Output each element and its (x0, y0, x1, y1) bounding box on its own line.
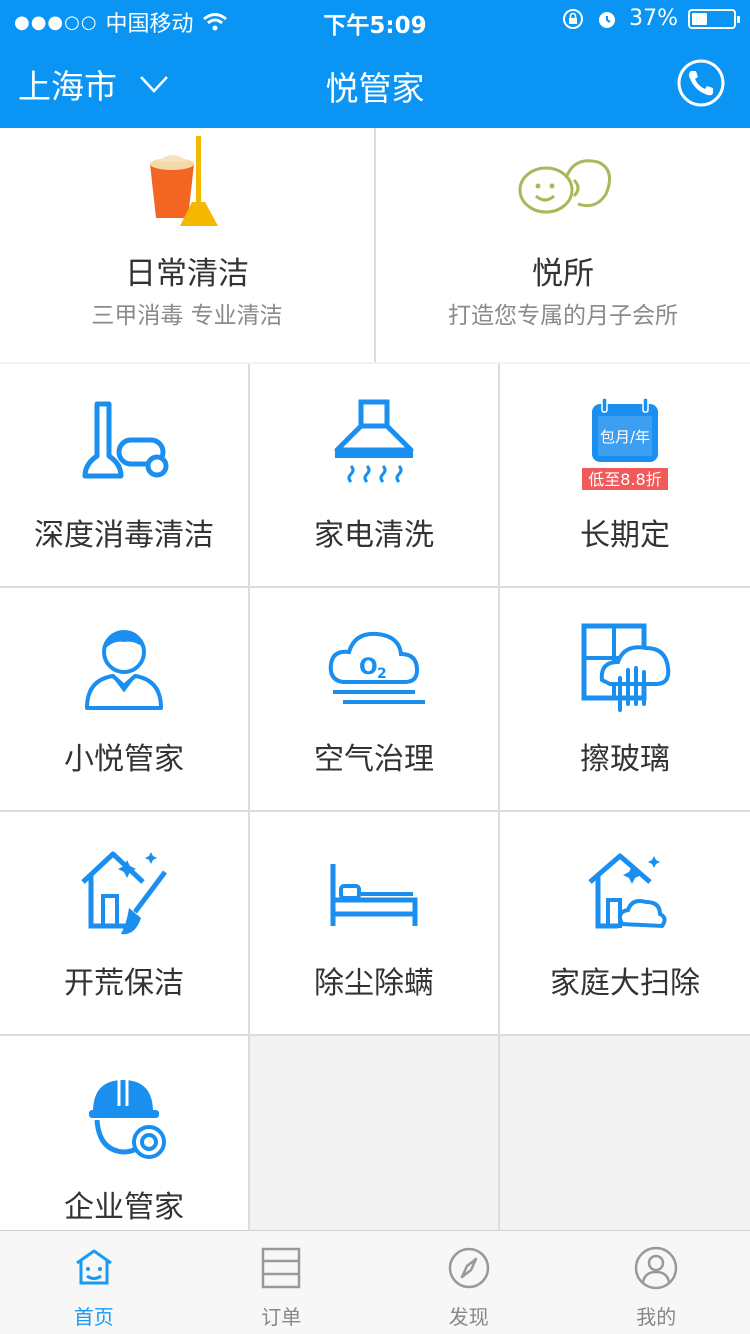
service-family-cleanup[interactable]: 家庭大扫除 (500, 812, 750, 1034)
service-air-treatment[interactable]: O 2 空气治理 (250, 588, 498, 810)
service-label: 长期定 (580, 518, 670, 553)
rotation-lock-icon (563, 8, 584, 29)
carrier-name: 中国移动 (105, 12, 194, 37)
city-selector[interactable]: 上海市 (18, 60, 169, 108)
status-bar: ●●●○○ 中国移动 下午5:09 37% (0, 0, 750, 40)
home-tab-icon (75, 1249, 112, 1285)
tab-label: 发现 (448, 1305, 489, 1329)
svg-text:2: 2 (377, 666, 387, 682)
service-reclamation-cleaning[interactable]: 开荒保洁 (0, 812, 248, 1034)
battery-percent: 37% (629, 6, 678, 31)
service-appliance-cleaning[interactable]: 家电清洗 (250, 364, 498, 586)
svg-text:O: O (359, 655, 378, 680)
service-label: 擦玻璃 (580, 742, 670, 777)
service-long-term[interactable]: 包月/年 低至8.8折 长期定 (500, 364, 750, 586)
hardhat-worker-icon (89, 1080, 166, 1159)
service-xiaoyue-housekeeper[interactable]: 小悦管家 (0, 588, 248, 810)
nav-bar: 上海市 悦管家 (0, 40, 750, 128)
bucket-broom-icon (150, 136, 218, 226)
house-clean-icon (588, 853, 667, 929)
empty-cell (500, 1036, 750, 1258)
alarm-icon (599, 11, 616, 28)
service-label: 空气治理 (314, 742, 434, 777)
tab-label: 首页 (73, 1305, 114, 1329)
service-grid: 深度消毒清洁 家电清洗 包月/年 低至8.8折 长期定 小悦管家 O 2 空气治… (0, 364, 750, 1258)
service-dust-mite-removal[interactable]: 除尘除螨 (250, 812, 498, 1034)
featured-services: 日常清洁 三甲消毒 专业清洁 悦所 打造您专属的月子会所 (0, 128, 750, 362)
bed-icon (330, 864, 418, 926)
wifi-icon (202, 13, 227, 31)
calendar-text: 包月/年 (600, 428, 650, 446)
service-label: 深度消毒清洁 (34, 518, 214, 553)
service-label: 小悦管家 (64, 742, 184, 777)
range-hood-icon (334, 399, 414, 484)
service-title: 日常清洁 (125, 256, 249, 292)
service-label: 开荒保洁 (64, 966, 184, 1001)
orders-tab-icon (262, 1247, 301, 1289)
service-window-cleaning[interactable]: 擦玻璃 (500, 588, 750, 810)
chevron-down-icon (140, 76, 168, 93)
discount-badge: 低至8.8折 (588, 470, 661, 489)
housekeeper-icon (85, 630, 163, 710)
service-subtitle: 三甲消毒 专业清洁 (91, 303, 283, 329)
tab-label: 订单 (261, 1305, 302, 1329)
service-daily-cleaning[interactable]: 日常清洁 三甲消毒 专业清洁 (0, 128, 374, 362)
service-yuesuo[interactable]: 悦所 打造您专属的月子会所 (376, 128, 750, 362)
app-screen: ●●●○○ 中国移动 下午5:09 37% 上海市 悦管家 日常清洁 三甲消毒 … (0, 0, 750, 1334)
service-label: 家庭大扫除 (550, 966, 700, 1001)
compass-tab-icon (448, 1247, 489, 1289)
tab-home[interactable]: 首页 (0, 1231, 188, 1334)
battery-icon (688, 8, 740, 29)
service-label: 家电清洗 (314, 518, 434, 553)
tab-mine[interactable]: 我的 (563, 1231, 750, 1334)
house-broom-icon (81, 851, 167, 935)
calendar-icon: 包月/年 低至8.8折 (582, 397, 668, 490)
tab-discover[interactable]: 发现 (375, 1231, 563, 1334)
tab-bar: 首页 订单 发现 我的 (0, 1230, 750, 1334)
signal-strength: ●●●○○ (14, 11, 98, 33)
o2-cloud-icon: O 2 (328, 631, 425, 704)
profile-tab-icon (635, 1246, 678, 1290)
service-label: 企业管家 (64, 1190, 184, 1225)
vacuum-icon (82, 401, 169, 479)
phone-icon[interactable] (676, 58, 726, 108)
twin-faces-icon (518, 159, 612, 214)
empty-cell (250, 1036, 498, 1258)
service-subtitle: 打造您专属的月子会所 (448, 303, 678, 329)
service-title: 悦所 (532, 256, 594, 292)
service-deep-disinfection[interactable]: 深度消毒清洁 (0, 364, 248, 586)
service-enterprise-housekeeper[interactable]: 企业管家 (0, 1036, 248, 1258)
city-name: 上海市 (18, 67, 117, 106)
tab-orders[interactable]: 订单 (188, 1231, 376, 1334)
window-cleaning-icon (581, 623, 671, 712)
service-label: 除尘除螨 (314, 966, 434, 1001)
tab-label: 我的 (636, 1305, 677, 1329)
